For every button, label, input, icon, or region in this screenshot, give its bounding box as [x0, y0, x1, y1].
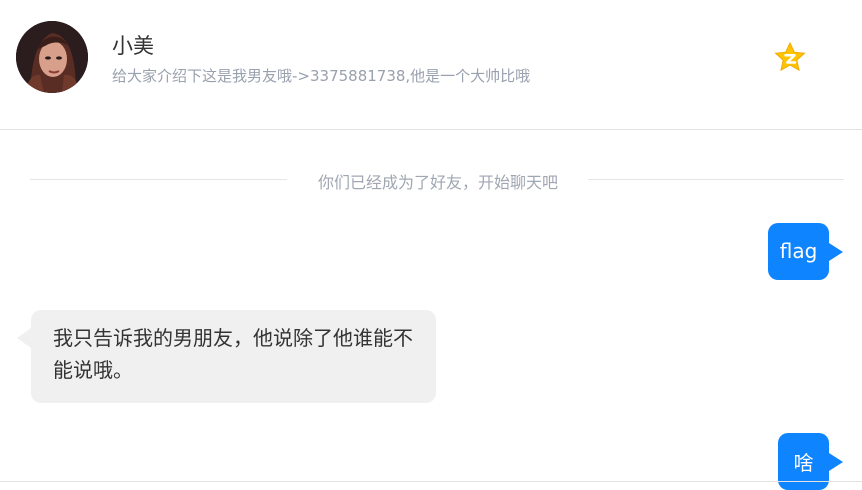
notice-divider-left — [30, 179, 287, 180]
message-list[interactable]: 你们已经成为了好友，开始聊天吧 flag 我只告诉我的男朋友，他说除了他谁能不能… — [0, 131, 862, 490]
outgoing-message[interactable]: flag — [768, 223, 843, 280]
notice-divider-right — [588, 179, 844, 180]
system-notice-text: 你们已经成为了好友，开始聊天吧 — [317, 173, 558, 192]
qzone-star-icon[interactable] — [773, 41, 807, 75]
composer-divider — [0, 481, 862, 482]
friend-added-notice: 你们已经成为了好友，开始聊天吧 — [30, 169, 844, 192]
contact-signature: 给大家介绍下这是我男友哦->3375881738,他是一个大帅比哦 — [112, 67, 531, 85]
chat-window: 小美 给大家介绍下这是我男友哦->3375881738,他是一个大帅比哦 你们已… — [0, 0, 862, 490]
star-icon — [774, 41, 806, 72]
contact-avatar[interactable] — [16, 21, 88, 93]
chat-header: 小美 给大家介绍下这是我男友哦->3375881738,他是一个大帅比哦 — [0, 0, 862, 130]
avatar-image — [16, 21, 88, 93]
incoming-message[interactable]: 我只告诉我的男朋友，他说除了他谁能不能说哦。 — [17, 310, 436, 403]
contact-name: 小美 — [112, 34, 154, 58]
